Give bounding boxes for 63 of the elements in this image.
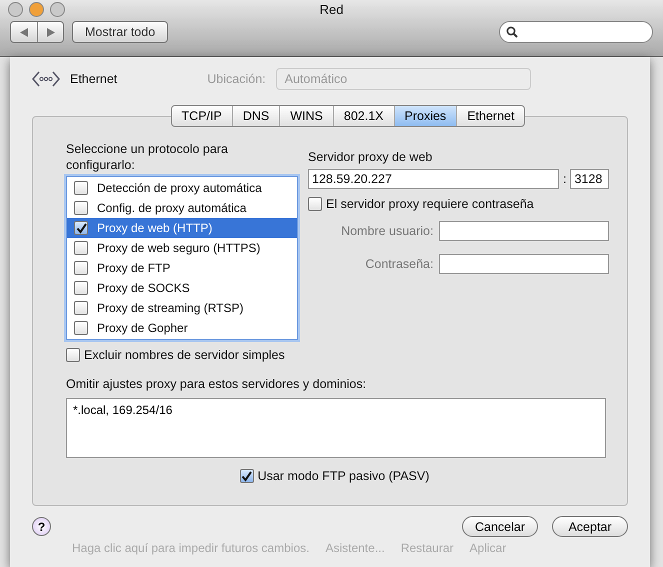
- username-label: Nombre usuario:: [341, 223, 434, 239]
- window-title: Red: [320, 2, 344, 17]
- checkbox[interactable]: [74, 301, 88, 315]
- checkbox-label: Usar modo FTP pasivo (PASV): [258, 469, 430, 483]
- zoom-button[interactable]: [50, 2, 65, 16]
- search-field[interactable]: [499, 21, 653, 43]
- minimize-button[interactable]: [29, 2, 44, 16]
- left-triangle-icon: [20, 28, 28, 36]
- lock-hint: Haga clic aquí para impedir futuros cambios.: [72, 541, 310, 555]
- checkbox[interactable]: [74, 221, 88, 235]
- protocol-item[interactable]: Proxy de SOCKS: [67, 278, 297, 298]
- background-button-label: Asistente...: [325, 541, 385, 555]
- background-button-label: Aplicar: [470, 541, 506, 555]
- protocol-item[interactable]: Config. de proxy automática: [67, 198, 297, 218]
- protocol-name: Proxy de SOCKS: [97, 281, 190, 295]
- tab[interactable]: Proxies: [394, 106, 456, 126]
- dialog-button[interactable]: Aceptar: [552, 516, 628, 537]
- protocol-name: Proxy de FTP: [97, 261, 170, 275]
- checkbox-label: El servidor proxy requiere contraseña: [326, 197, 534, 211]
- checkbox[interactable]: [240, 469, 254, 483]
- protocol-name: Proxy de streaming (RTSP): [97, 301, 244, 315]
- ethernet-icon: [32, 69, 60, 89]
- protocol-item[interactable]: Proxy de FTP: [67, 258, 297, 278]
- protocol-name: Proxy de Gopher: [97, 321, 188, 335]
- location-label: Ubicación:: [207, 72, 266, 86]
- protocol-label: Seleccione un protocolo para configurarlo:: [66, 141, 229, 173]
- show-all-button[interactable]: Mostrar todo: [72, 21, 168, 43]
- protocol-item[interactable]: Detección de proxy automática: [67, 178, 297, 198]
- help-button[interactable]: ?: [32, 517, 51, 536]
- protocol-name: Config. de proxy automática: [97, 201, 246, 215]
- protocol-item[interactable]: Proxy de Gopher: [67, 318, 297, 338]
- tab[interactable]: TCP/IP: [172, 106, 232, 126]
- protocol-name: Proxy de web (HTTP): [97, 221, 212, 235]
- bypass-label: Omitir ajustes proxy para estos servidores y dominios:: [66, 376, 368, 392]
- checkbox[interactable]: [74, 241, 88, 255]
- password-label: Contraseña:: [365, 256, 434, 272]
- protocol-item[interactable]: Proxy de web seguro (HTTPS): [67, 238, 297, 258]
- search-icon: [506, 26, 518, 38]
- checkbox-label: Excluir nombres de servidor simples: [84, 348, 285, 362]
- checkbox[interactable]: [74, 321, 88, 335]
- background-button-label: Restaurar: [400, 541, 454, 555]
- service-name: Ethernet: [70, 71, 118, 87]
- protocol-name: Detección de proxy automática: [97, 181, 262, 195]
- checkbox[interactable]: [74, 281, 88, 295]
- checkbox[interactable]: [66, 348, 80, 362]
- dialog-button[interactable]: Cancelar: [462, 516, 538, 537]
- server-label: Servidor proxy de web: [308, 149, 434, 165]
- protocol-item[interactable]: Proxy de web (HTTP): [67, 218, 297, 238]
- separator: :: [563, 171, 566, 187]
- bypass-field[interactable]: *.local, 169.254/16: [66, 398, 606, 458]
- tab[interactable]: DNS: [232, 106, 280, 126]
- protocol-name: Proxy de web seguro (HTTPS): [97, 241, 260, 255]
- checkbox[interactable]: [308, 197, 322, 211]
- tab[interactable]: WINS: [279, 106, 333, 126]
- checkbox[interactable]: [74, 181, 88, 195]
- tab[interactable]: Ethernet: [456, 106, 524, 126]
- port-field[interactable]: 3128: [570, 169, 610, 189]
- host-field[interactable]: 128.59.20.227: [308, 169, 559, 189]
- checkbox[interactable]: [74, 261, 88, 275]
- protocol-item[interactable]: Proxy de streaming (RTSP): [67, 298, 297, 318]
- checkbox[interactable]: [74, 201, 88, 215]
- close-button[interactable]: [8, 2, 23, 16]
- right-triangle-icon: [46, 28, 54, 36]
